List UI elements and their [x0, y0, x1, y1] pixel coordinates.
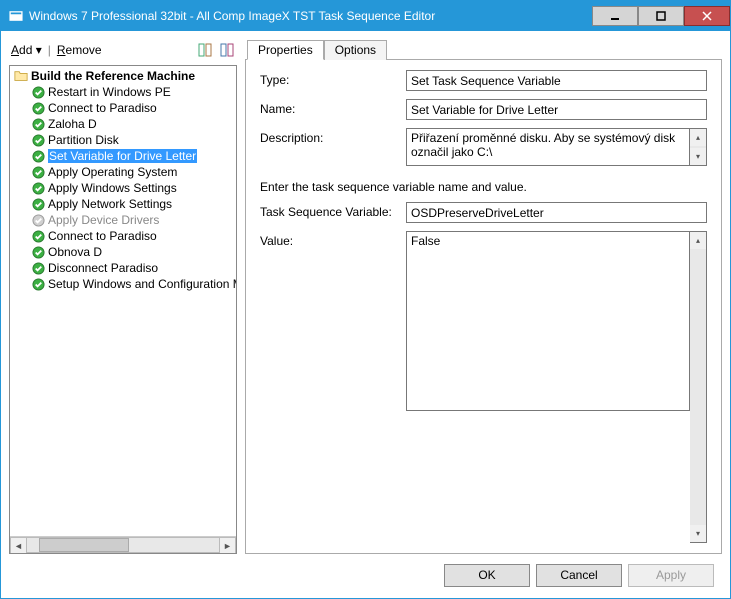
left-pane: Add ▾ | Remove Build the Reference Machi…: [9, 39, 237, 554]
tree-item[interactable]: Restart in Windows PE: [10, 84, 236, 100]
scroll-track[interactable]: [27, 537, 219, 553]
client-area: Add ▾ | Remove Build the Reference Machi…: [1, 31, 730, 598]
name-label: Name:: [260, 99, 400, 116]
task-tree[interactable]: Build the Reference MachineRestart in Wi…: [9, 65, 237, 554]
ok-button[interactable]: OK: [444, 564, 530, 587]
titlebar[interactable]: Windows 7 Professional 32bit - All Comp …: [1, 1, 730, 31]
tree-toolbar: Add ▾ | Remove: [9, 39, 237, 61]
move-down-icon[interactable]: [219, 42, 235, 58]
minimize-button[interactable]: [592, 6, 638, 26]
name-input[interactable]: [406, 99, 707, 120]
tree-item[interactable]: Apply Network Settings: [10, 196, 236, 212]
tree-item[interactable]: Set Variable for Drive Letter: [10, 148, 236, 164]
tsvar-input[interactable]: [406, 202, 707, 223]
tree-item[interactable]: Zaloha D: [10, 116, 236, 132]
tree-item[interactable]: Apply Device Drivers: [10, 212, 236, 228]
tree-item[interactable]: Partition Disk: [10, 132, 236, 148]
properties-pane: Properties Options Type: Set Task Sequen…: [245, 39, 722, 554]
tsvar-label: Task Sequence Variable:: [260, 202, 400, 219]
value-scrollbar[interactable]: ▴ ▾: [690, 231, 707, 543]
properties-tab-body: Type: Set Task Sequence Variable Name: D…: [245, 60, 722, 554]
value-textarea[interactable]: False: [406, 231, 690, 411]
tree-item[interactable]: Apply Windows Settings: [10, 180, 236, 196]
scroll-thumb[interactable]: [39, 538, 129, 552]
tree-item[interactable]: Apply Operating System: [10, 164, 236, 180]
tree-item[interactable]: Disconnect Paradiso: [10, 260, 236, 276]
scroll-right-button[interactable]: ►: [219, 537, 236, 554]
tab-options[interactable]: Options: [324, 40, 387, 60]
close-button[interactable]: [684, 6, 730, 26]
description-textarea[interactable]: Přiřazení proměnné disku. Aby se systémo…: [406, 128, 690, 166]
tab-strip: Properties Options: [245, 39, 722, 60]
instruction-text: Enter the task sequence variable name an…: [260, 180, 707, 194]
maximize-button[interactable]: [638, 6, 684, 26]
horizontal-scrollbar[interactable]: ◄ ►: [10, 536, 236, 553]
description-scrollbar[interactable]: ▴ ▾: [690, 128, 707, 166]
app-icon: [9, 9, 23, 23]
type-value: Set Task Sequence Variable: [406, 70, 707, 91]
tree-root[interactable]: Build the Reference Machine: [10, 68, 236, 84]
tab-properties[interactable]: Properties: [247, 40, 324, 60]
remove-button[interactable]: Remove: [57, 43, 102, 57]
tree-item[interactable]: Obnova D: [10, 244, 236, 260]
apply-button: Apply: [628, 564, 714, 587]
scroll-up-icon[interactable]: ▴: [690, 129, 706, 146]
value-label: Value:: [260, 231, 400, 543]
dialog-buttons: OK Cancel Apply: [9, 554, 722, 590]
scroll-down-icon[interactable]: ▾: [690, 148, 706, 165]
scroll-down-icon[interactable]: ▾: [690, 525, 706, 542]
tree-item[interactable]: Connect to Paradiso: [10, 100, 236, 116]
window-title: Windows 7 Professional 32bit - All Comp …: [29, 9, 592, 23]
cancel-button[interactable]: Cancel: [536, 564, 622, 587]
add-menu[interactable]: Add ▾: [11, 43, 42, 57]
description-label: Description:: [260, 128, 400, 145]
scroll-left-button[interactable]: ◄: [10, 537, 27, 554]
move-up-icon[interactable]: [197, 42, 213, 58]
tree-item[interactable]: Connect to Paradiso: [10, 228, 236, 244]
type-label: Type:: [260, 70, 400, 87]
task-sequence-editor-window: Windows 7 Professional 32bit - All Comp …: [0, 0, 731, 599]
scroll-up-icon[interactable]: ▴: [690, 232, 706, 249]
tree-item[interactable]: Setup Windows and Configuration Manager: [10, 276, 236, 292]
